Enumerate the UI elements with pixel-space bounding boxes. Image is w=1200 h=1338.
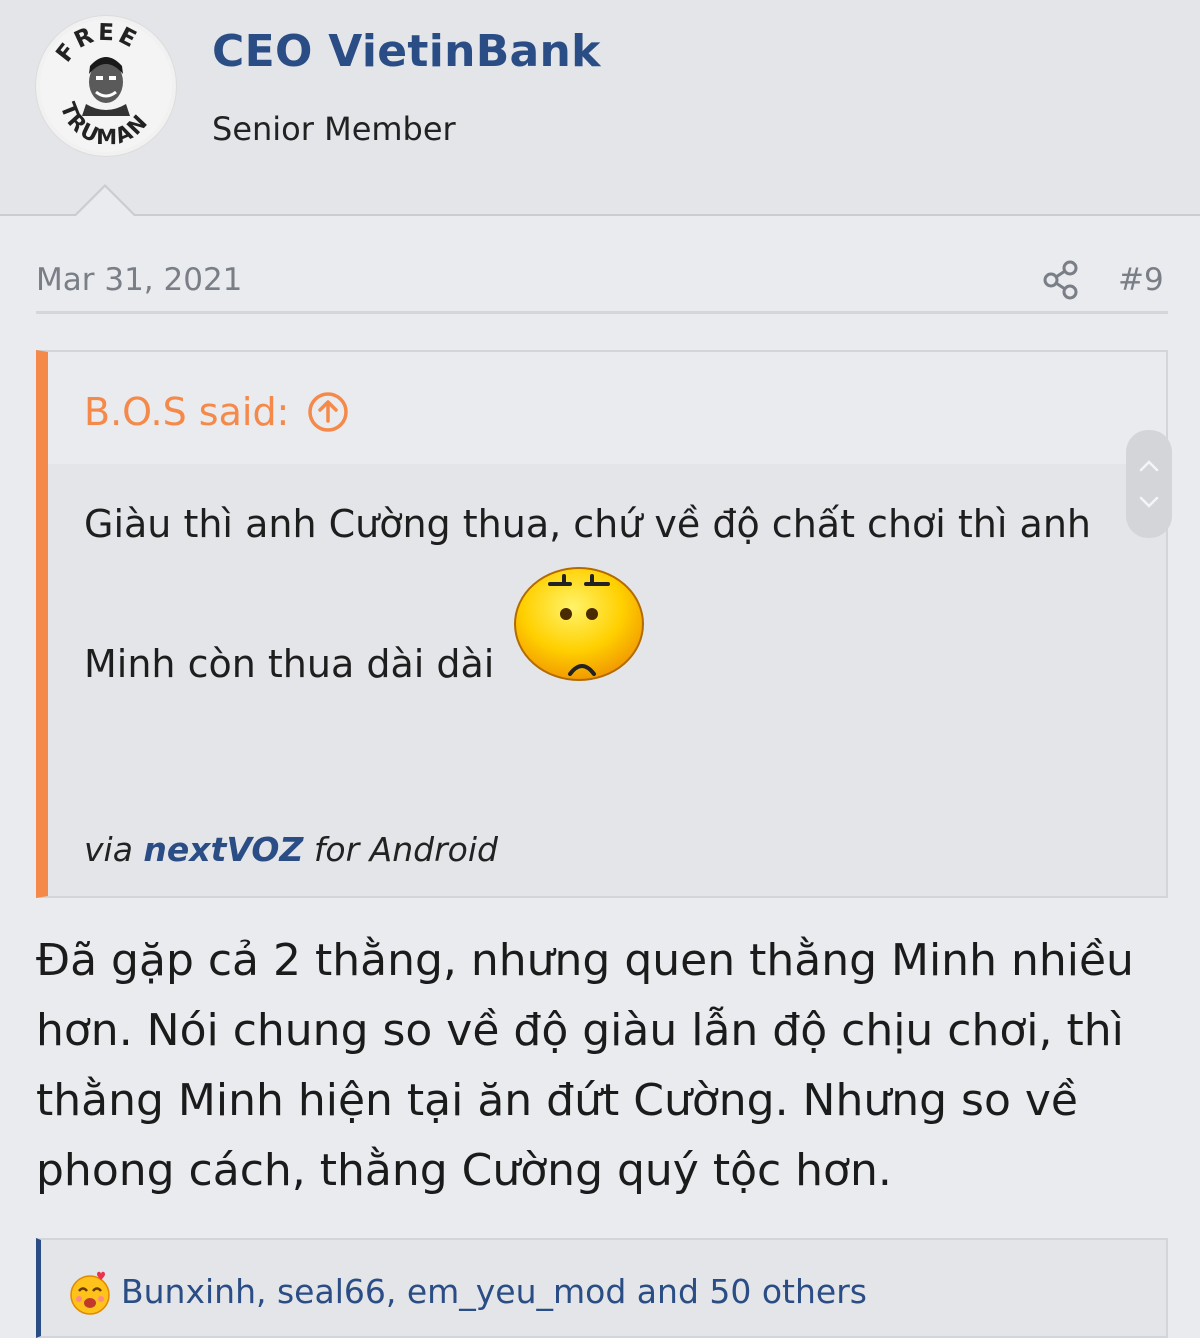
quote-text-line: Giàu thì anh Cường thua, chứ về độ chất … [84, 502, 1091, 546]
reactions-list[interactable]: Bunxinh, seal66, em_yeu_mod and 50 other… [121, 1272, 867, 1311]
member-title: Senior Member [212, 110, 456, 148]
quote-signature: via nextVOZ for Android [84, 830, 498, 869]
reactions-bar[interactable]: Bunxinh, seal66, em_yeu_mod and 50 other… [36, 1238, 1168, 1338]
quote-author-label[interactable]: B.O.S said: [84, 390, 289, 434]
post-text-line: phong cách, thằng Cường quý tộc hơn. [36, 1145, 892, 1196]
post-text-line: thằng Minh hiện tại ăn đứt Cường. Nhưng … [36, 1075, 1078, 1126]
post-text-line: Đã gặp cả 2 thằng, nhưng quen thằng Minh… [36, 935, 1134, 986]
post-number-link[interactable]: #9 [1118, 262, 1164, 298]
via-prefix: via [84, 830, 133, 869]
divider [36, 311, 1168, 314]
app-link[interactable]: nextVOZ [143, 830, 303, 869]
scroll-control[interactable] [1126, 430, 1172, 538]
author-name[interactable]: CEO VietinBank [212, 26, 601, 77]
via-suffix: for Android [313, 830, 498, 869]
share-icon[interactable] [1042, 260, 1080, 300]
post-date[interactable]: Mar 31, 2021 [36, 262, 242, 298]
header-pointer-inner [76, 187, 134, 216]
quote-header: B.O.S said: [48, 352, 1166, 464]
arrow-up-circle-icon[interactable] [306, 390, 350, 434]
avatar-image: FREE TRUMAN [40, 20, 172, 152]
chevron-up-icon[interactable] [1138, 458, 1160, 472]
love-face-icon [67, 1270, 113, 1316]
post-text-line: hơn. Nói chung so về độ giàu lẫn độ chịu… [36, 1005, 1124, 1056]
quote-block: B.O.S said: Giàu thì anh Cường thua, chứ… [36, 350, 1168, 898]
post-content: Đã gặp cả 2 thằng, nhưng quen thằng Minh… [36, 926, 1168, 1206]
avatar[interactable]: FREE TRUMAN [36, 16, 176, 156]
annoyed-face-emoji [512, 562, 646, 682]
chevron-down-icon[interactable] [1138, 494, 1160, 508]
member-header: FREE TRUMAN CEO VietinBank Senior Member [0, 0, 1200, 216]
quote-text-line: Minh còn thua dài dài [84, 642, 495, 686]
